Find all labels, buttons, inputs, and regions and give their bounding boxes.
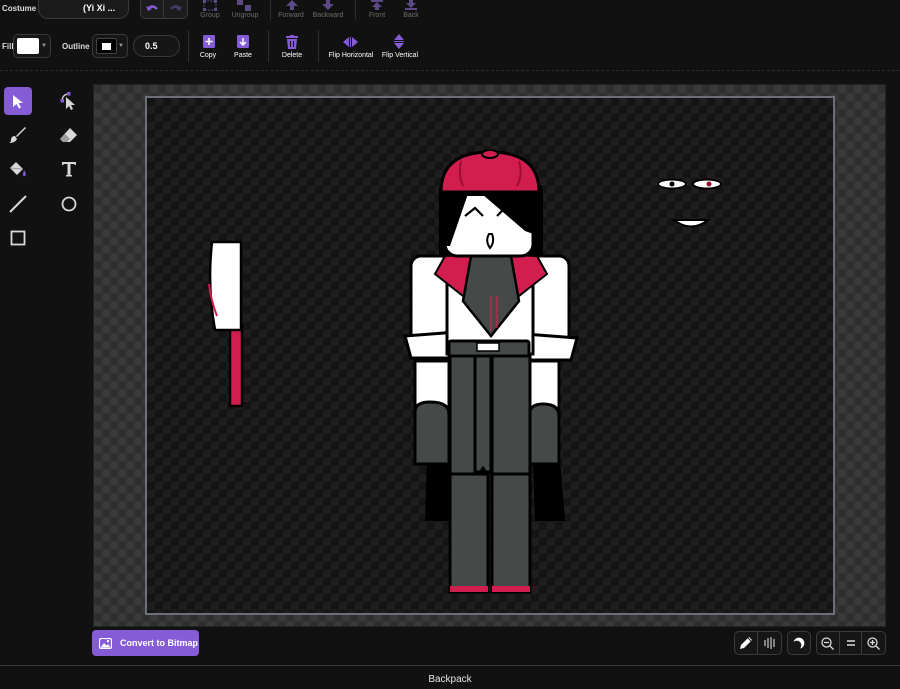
- costume-name-input[interactable]: (Yi Xi ...: [38, 0, 129, 19]
- outline-label: Outline: [62, 42, 90, 51]
- forward-icon: [286, 0, 298, 10]
- fill-swatch: [17, 38, 39, 54]
- text-icon: [62, 162, 76, 177]
- divider: [355, 0, 356, 20]
- brush-icon: [9, 127, 26, 143]
- chevron-down-icon: ▼: [118, 43, 124, 49]
- rectangle-icon: [10, 230, 26, 246]
- image-icon: [99, 637, 112, 649]
- tool-palette: [0, 80, 92, 260]
- reshape-icon: [60, 92, 75, 110]
- zoom-reset-button[interactable]: [840, 632, 863, 654]
- eraser-icon: [60, 128, 77, 142]
- front-button[interactable]: Front: [369, 12, 385, 19]
- zoom-controls: [816, 631, 886, 655]
- convert-label: Convert to Bitmap: [120, 638, 199, 648]
- backward-icon: [322, 0, 334, 10]
- outline-width-input[interactable]: 0.5: [133, 35, 180, 57]
- flip-horizontal-icon: [343, 37, 358, 47]
- character-sprite[interactable]: [403, 149, 579, 594]
- paste-icon: [237, 35, 249, 48]
- back-button[interactable]: Back: [403, 12, 419, 19]
- brush-tool[interactable]: [4, 121, 32, 149]
- circle-tool[interactable]: [55, 190, 83, 218]
- trash-icon: [286, 35, 298, 49]
- line-tool[interactable]: [4, 190, 32, 218]
- top-toolbar: Costume (Yi Xi ... Group Ungroup Forward…: [0, 0, 900, 72]
- reshape-tool[interactable]: [55, 87, 83, 115]
- costume-label: Costume: [2, 4, 37, 13]
- flip-vertical-icon: [394, 34, 404, 49]
- ungroup-icon: [237, 0, 251, 11]
- front-icon: [371, 0, 383, 10]
- equals-icon: [846, 640, 855, 646]
- face-sprite[interactable]: [657, 178, 722, 228]
- copy-icon: [203, 35, 215, 48]
- fill-bucket-icon: [9, 161, 26, 176]
- zoom-in-icon: [867, 636, 881, 650]
- zoom-out-icon: [821, 636, 835, 650]
- redo-button[interactable]: [164, 0, 188, 19]
- fill-tool[interactable]: [4, 155, 32, 183]
- divider: [268, 30, 269, 62]
- dark-mode-button[interactable]: [788, 632, 810, 654]
- ungroup-button[interactable]: Ungroup: [232, 12, 259, 19]
- paste-button[interactable]: Paste: [234, 52, 252, 59]
- divider: [188, 30, 189, 62]
- back-icon: [405, 0, 417, 10]
- backpack-toggle[interactable]: Backpack: [0, 665, 900, 689]
- line-icon: [9, 195, 27, 213]
- undo-button[interactable]: [140, 0, 164, 19]
- circle-icon: [61, 196, 77, 212]
- flip-horizontal-button[interactable]: Flip Horizontal: [329, 52, 374, 59]
- select-arrow-icon: [13, 94, 23, 108]
- fill-label: Fill: [2, 42, 14, 51]
- cleaver-sprite[interactable]: [208, 240, 244, 408]
- rectangle-tool[interactable]: [4, 224, 32, 252]
- group-button[interactable]: Group: [200, 12, 219, 19]
- outline-swatch: [96, 38, 117, 54]
- select-tool[interactable]: [4, 87, 32, 115]
- zoom-out-button[interactable]: [817, 632, 840, 654]
- convert-to-bitmap-button[interactable]: Convert to Bitmap: [92, 630, 199, 656]
- text-tool[interactable]: [55, 155, 83, 183]
- zoom-in-button[interactable]: [862, 632, 885, 654]
- precision-mode-button[interactable]: [758, 632, 781, 654]
- flip-vertical-button[interactable]: Flip Vertical: [382, 52, 418, 59]
- undo-icon: [146, 5, 158, 11]
- backpack-label: Backpack: [428, 674, 472, 685]
- backward-button[interactable]: Backward: [313, 12, 344, 19]
- divider: [318, 30, 319, 62]
- moon-icon: [793, 637, 805, 649]
- theme-toggle-group: [787, 631, 811, 655]
- forward-button[interactable]: Forward: [278, 12, 304, 19]
- fill-color-picker[interactable]: ▼: [13, 34, 51, 58]
- chevron-down-icon: ▼: [41, 43, 47, 49]
- costume-artwork[interactable]: [145, 96, 835, 615]
- redo-icon: [169, 5, 182, 11]
- pen-icon: [740, 637, 752, 649]
- divider: [270, 0, 271, 20]
- brush-mode-group: [734, 631, 782, 655]
- delete-button[interactable]: Delete: [282, 52, 302, 59]
- tremor-icon: [763, 637, 775, 649]
- toolbar-divider: [0, 70, 900, 71]
- pen-mode-button[interactable]: [735, 632, 758, 654]
- eraser-tool[interactable]: [55, 121, 83, 149]
- group-icon: [203, 0, 217, 11]
- outline-color-picker[interactable]: ▼: [92, 34, 128, 58]
- copy-button[interactable]: Copy: [200, 52, 216, 59]
